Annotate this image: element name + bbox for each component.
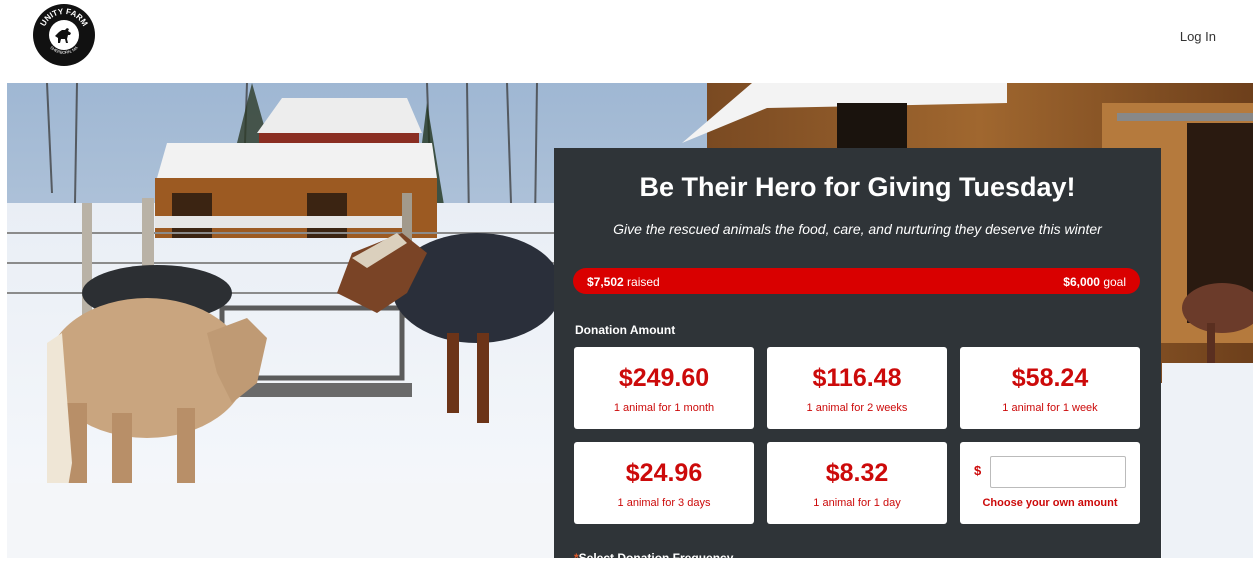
svg-text:SHERBORN, MA: SHERBORN, MA [49, 45, 79, 55]
option-price: $58.24 [1011, 364, 1089, 392]
logo-title-text: UNITY FARM [38, 7, 89, 28]
unity-farm-logo[interactable]: UNITY FARM SHERBORN, MA [33, 4, 95, 66]
donation-option-1-week[interactable]: $58.24 1 animal for 1 week [960, 347, 1140, 429]
campaign-subtitle: Give the rescued animals the food, care,… [613, 221, 1102, 237]
goal-amount-text: $6,000 goal [1063, 275, 1126, 289]
raised-label: raised [627, 275, 660, 289]
donation-option-1-day[interactable]: $8.32 1 animal for 1 day [767, 442, 947, 524]
option-description: 1 animal for 2 weeks [806, 402, 908, 414]
logo-ring: UNITY FARM SHERBORN, MA [38, 7, 89, 55]
logo-sub-text: SHERBORN, MA [49, 45, 79, 55]
raised-amount-text: $7,502 raised [587, 275, 660, 289]
login-link[interactable]: Log In [1180, 29, 1216, 44]
option-price: $8.32 [825, 459, 889, 487]
custom-amount-input[interactable] [990, 456, 1126, 488]
donation-frequency-label: *Select Donation Frequency [574, 551, 733, 565]
donation-amount-label: Donation Amount [575, 323, 676, 337]
currency-symbol: $ [974, 463, 982, 478]
donation-option-1-month[interactable]: $249.60 1 animal for 1 month [574, 347, 754, 429]
donation-option-3-days[interactable]: $24.96 1 animal for 3 days [574, 442, 754, 524]
goal-label: goal [1103, 275, 1126, 289]
frequency-label-text: Select Donation Frequency [578, 551, 734, 565]
fundraising-progress-bar: $7,502 raised $6,000 goal [573, 268, 1140, 294]
custom-amount-card[interactable]: $ Choose your own amount [960, 442, 1140, 524]
option-price: $116.48 [812, 364, 902, 392]
option-description: 1 animal for 1 week [1002, 402, 1098, 414]
goal-amount: $6,000 [1063, 275, 1100, 289]
option-description: 1 animal for 1 month [613, 402, 715, 414]
custom-amount-label: Choose your own amount [982, 497, 1118, 509]
option-price: $24.96 [625, 459, 703, 487]
option-price: $249.60 [618, 364, 710, 392]
option-description: 1 animal for 1 day [813, 497, 901, 509]
top-bar: UNITY FARM SHERBORN, MA Log In [0, 0, 1253, 83]
donation-panel: Be Their Hero for Giving Tuesday! Give t… [554, 148, 1161, 565]
option-description: 1 animal for 3 days [617, 497, 711, 509]
raised-amount: $7,502 [587, 275, 624, 289]
donation-option-2-weeks[interactable]: $116.48 1 animal for 2 weeks [767, 347, 947, 429]
svg-text:UNITY FARM: UNITY FARM [38, 7, 89, 28]
campaign-title: Be Their Hero for Giving Tuesday! [639, 172, 1076, 202]
